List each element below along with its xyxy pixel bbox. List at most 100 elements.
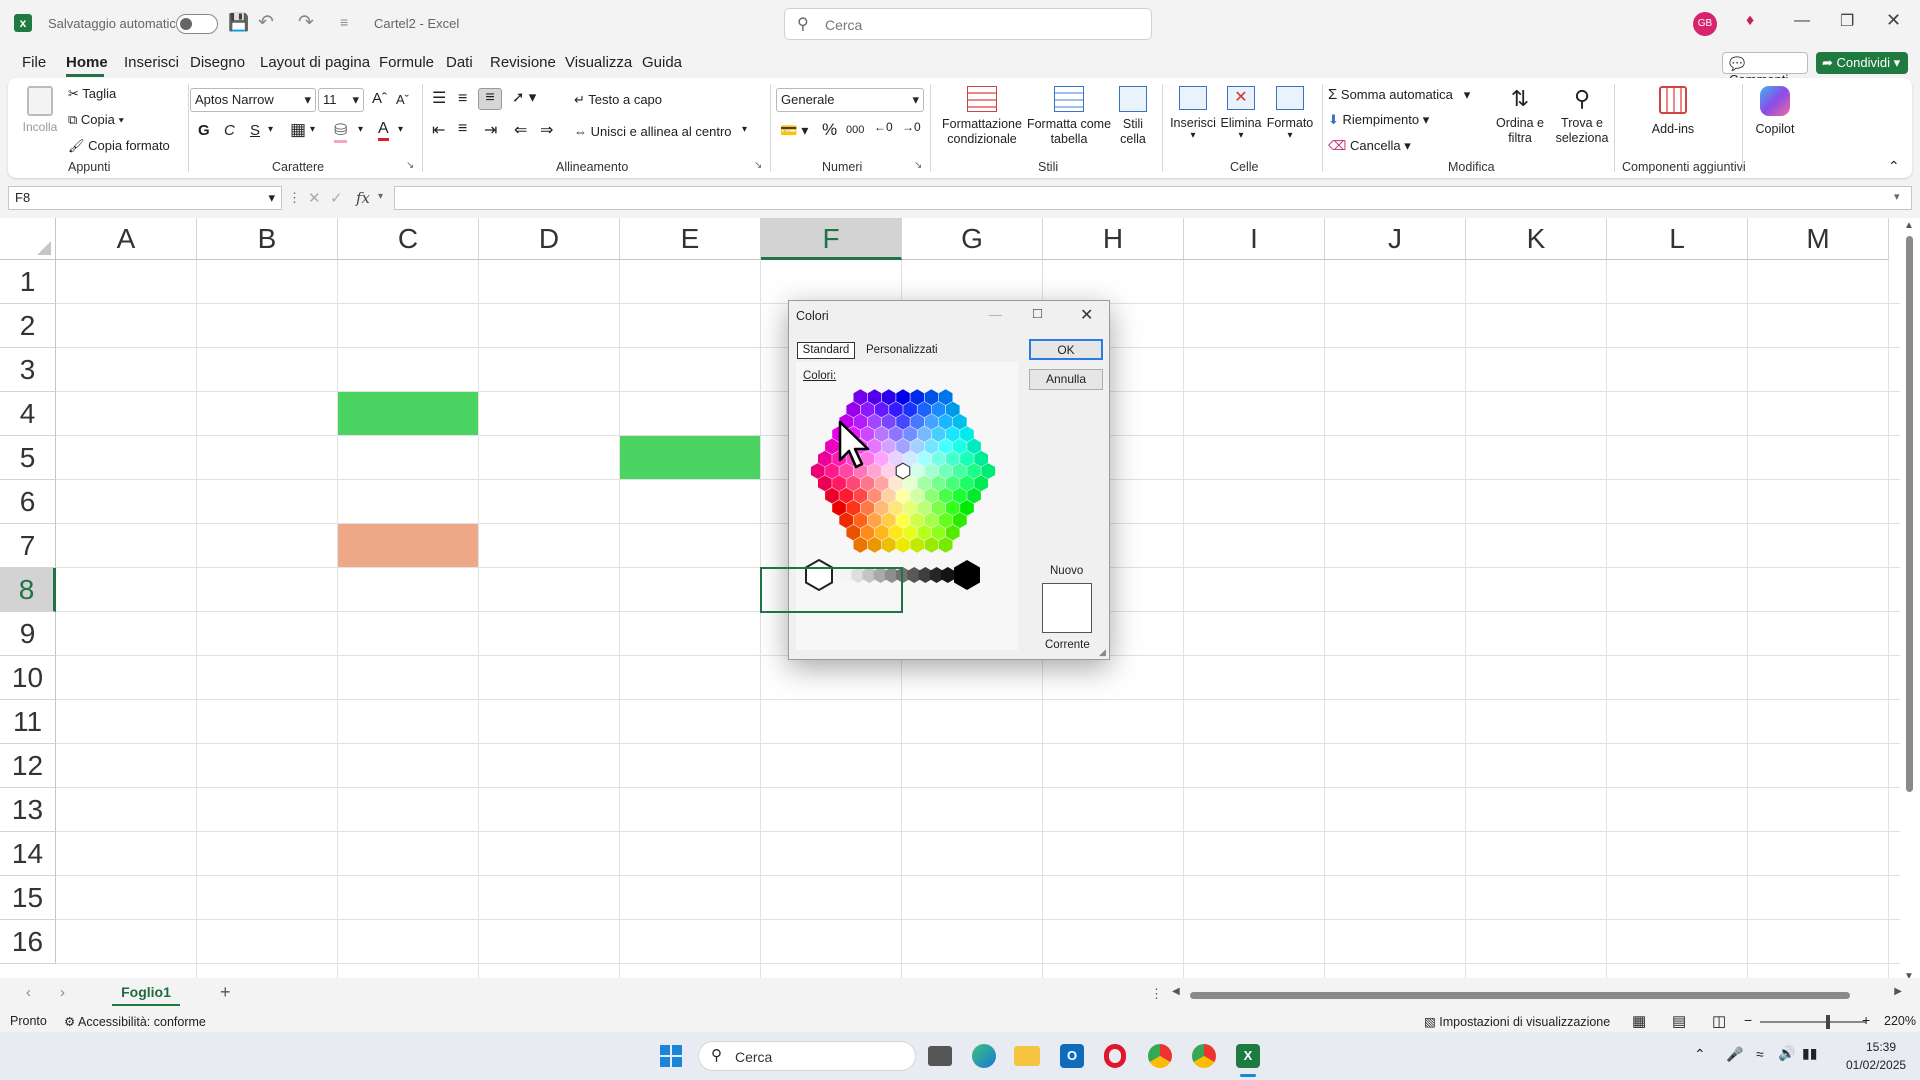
color-swatch[interactable] <box>924 413 939 430</box>
column-header-a[interactable]: A <box>56 218 197 260</box>
color-swatch[interactable] <box>889 524 903 541</box>
color-swatch[interactable] <box>853 512 868 529</box>
wifi-icon[interactable]: ≈ <box>1756 1046 1764 1062</box>
row-header-12[interactable]: 12 <box>0 744 56 788</box>
color-swatch[interactable] <box>945 500 960 516</box>
color-swatch[interactable] <box>825 463 839 479</box>
color-swatch[interactable] <box>931 450 946 467</box>
color-swatch[interactable] <box>931 401 946 418</box>
align-left-icon[interactable]: ⇤ <box>432 120 445 140</box>
column-header-h[interactable]: H <box>1043 218 1184 260</box>
color-swatch[interactable] <box>874 401 889 418</box>
color-swatch[interactable] <box>889 426 903 442</box>
color-swatch[interactable] <box>910 487 924 504</box>
row-header-6[interactable]: 6 <box>0 480 56 524</box>
thousands-icon[interactable]: 000 <box>846 124 864 136</box>
color-swatch[interactable] <box>974 450 988 467</box>
diamond-icon[interactable]: ♦ <box>1746 12 1754 30</box>
menu-layout[interactable]: Layout di pagina <box>260 54 370 71</box>
format-table-button[interactable]: Formatta come tabella <box>1024 86 1114 147</box>
row-header-13[interactable]: 13 <box>0 788 56 832</box>
wrap-text-button[interactable]: ↵ Testo a capo <box>574 92 662 108</box>
column-header-j[interactable]: J <box>1325 218 1466 260</box>
alignment-launcher-icon[interactable]: ↘ <box>754 160 762 171</box>
color-swatch[interactable] <box>960 426 974 442</box>
confirm-entry-icon[interactable]: ✓ <box>330 189 343 207</box>
display-settings-button[interactable]: ▧ Impostazioni di visualizzazione <box>1424 1014 1610 1029</box>
color-swatch[interactable] <box>896 512 910 529</box>
align-right-icon[interactable]: ⇥ <box>484 120 497 140</box>
font-name-select[interactable]: Aptos Narrow ▾ <box>190 88 316 112</box>
color-swatch[interactable] <box>882 536 896 553</box>
color-swatch[interactable] <box>853 389 868 406</box>
color-swatch[interactable] <box>867 487 882 504</box>
tab-standard[interactable]: Standard <box>797 342 855 359</box>
menu-dati[interactable]: Dati <box>446 54 473 71</box>
delete-cells-button[interactable]: ✕ Elimina ▾ <box>1216 86 1266 141</box>
battery-icon[interactable]: ▮▮ <box>1802 1045 1817 1062</box>
chrome-profile-icon[interactable] <box>1192 1044 1216 1068</box>
color-swatch[interactable] <box>967 487 981 504</box>
color-swatch[interactable] <box>938 536 953 553</box>
color-swatch[interactable] <box>832 475 846 492</box>
row-header-15[interactable]: 15 <box>0 876 56 920</box>
filled-cell-c7[interactable] <box>338 524 479 568</box>
color-swatch[interactable] <box>832 500 846 516</box>
clear-button[interactable]: ⌫ Cancella ▾ <box>1328 138 1411 154</box>
normal-view-icon[interactable]: ▦ <box>1632 1012 1646 1030</box>
increase-indent-icon[interactable]: ⇒ <box>540 120 553 140</box>
fill-dropdown-icon[interactable]: ▾ <box>358 124 363 135</box>
color-swatch[interactable] <box>860 401 875 418</box>
cut-button[interactable]: ✂ Taglia <box>68 86 116 102</box>
color-swatch[interactable] <box>917 426 932 442</box>
select-all-corner[interactable] <box>0 218 56 260</box>
color-swatch[interactable] <box>938 413 953 430</box>
color-swatch[interactable] <box>910 463 924 479</box>
color-swatch[interactable] <box>931 524 946 541</box>
color-swatch[interactable] <box>938 487 953 504</box>
color-swatch[interactable] <box>874 450 889 467</box>
fill-button[interactable]: ⬇ Riempimento ▾ <box>1328 112 1429 128</box>
prev-sheet-icon[interactable]: ‹ <box>26 984 31 1001</box>
color-swatch[interactable] <box>945 524 960 541</box>
addins-button[interactable]: Add-ins <box>1628 86 1718 136</box>
task-view-icon[interactable] <box>928 1046 952 1066</box>
color-swatch[interactable] <box>895 462 911 480</box>
color-swatch[interactable] <box>945 475 960 492</box>
search-box[interactable]: ⚲ Cerca <box>784 8 1152 40</box>
color-swatch[interactable] <box>825 487 839 504</box>
menu-formule[interactable]: Formule <box>379 54 434 71</box>
color-swatch[interactable] <box>874 500 889 516</box>
accessibility-status[interactable]: ⚙ Accessibilità: conforme <box>64 1014 206 1029</box>
grayscale-swatch[interactable] <box>954 560 980 590</box>
row-header-11[interactable]: 11 <box>0 700 56 744</box>
clock-time[interactable]: 15:39 <box>1866 1040 1896 1054</box>
vertical-scrollbar[interactable]: ▲ ▼ <box>1902 220 1916 982</box>
color-swatch[interactable] <box>867 536 882 553</box>
color-hexagon-palette[interactable] <box>803 387 1003 555</box>
redo-icon[interactable]: ↷ <box>298 11 314 34</box>
color-swatch[interactable] <box>825 438 839 455</box>
column-header-b[interactable]: B <box>197 218 338 260</box>
vertical-scroll-thumb[interactable] <box>1906 236 1913 792</box>
color-swatch[interactable] <box>896 536 910 553</box>
format-painter-button[interactable]: 🖌 Copia formato <box>68 138 170 154</box>
color-swatch[interactable] <box>882 438 896 455</box>
color-swatch[interactable] <box>910 512 924 529</box>
color-swatch[interactable] <box>917 475 932 492</box>
comments-button[interactable]: 💬 Commenti <box>1722 52 1808 87</box>
find-select-button[interactable]: ⚲ Trova e seleziona <box>1550 86 1614 146</box>
column-header-l[interactable]: L <box>1607 218 1748 260</box>
decrease-indent-icon[interactable]: ⇐ <box>514 120 527 140</box>
color-swatch[interactable] <box>945 401 960 418</box>
row-header-16[interactable]: 16 <box>0 920 56 964</box>
paste-button[interactable]: Incolla <box>20 86 60 146</box>
percent-icon[interactable]: % <box>822 120 837 140</box>
undo-icon[interactable]: ↶ <box>258 11 274 34</box>
microphone-icon[interactable]: 🎤 <box>1726 1046 1743 1063</box>
font-size-select[interactable]: 11 ▾ <box>318 88 364 112</box>
row-header-10[interactable]: 10 <box>0 656 56 700</box>
row-header-4[interactable]: 4 <box>0 392 56 436</box>
decrease-decimal-icon[interactable]: →0 <box>902 120 921 134</box>
column-header-i[interactable]: I <box>1184 218 1325 260</box>
